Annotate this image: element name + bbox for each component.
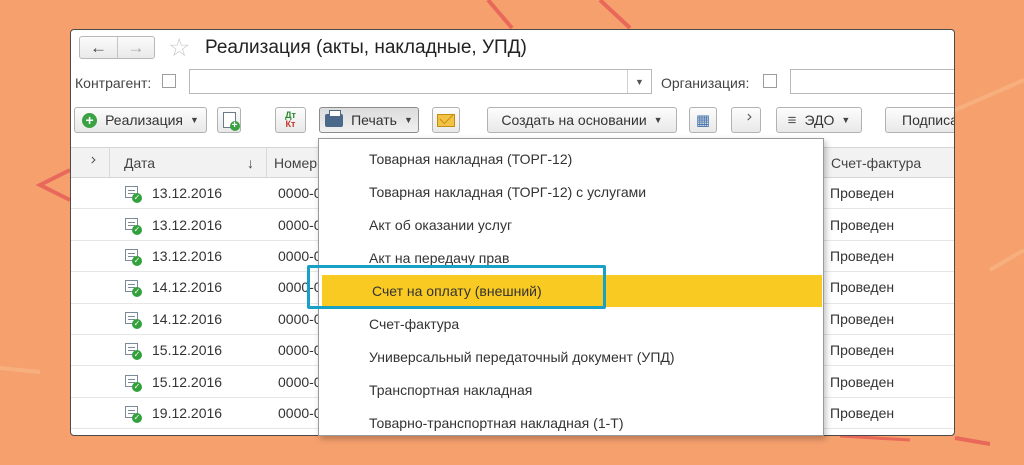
counterparty-input[interactable]: ▼ — [189, 69, 652, 94]
posted-document-icon: ✓ — [125, 335, 142, 365]
chevron-down-icon: ▼ — [403, 115, 413, 125]
debit-credit-icon: Дт Кт — [285, 111, 296, 129]
page-title: Реализация (акты, накладные, УПД) — [205, 37, 527, 58]
invoice-column-header[interactable]: Счет-фактура — [823, 148, 954, 177]
print-menu-item[interactable]: Универсальный передаточный документ (УПД… — [319, 341, 823, 373]
email-button[interactable] — [432, 107, 460, 133]
posted-document-icon: ✓ — [125, 241, 142, 271]
row-invoice-status: Проведен — [830, 404, 895, 421]
row-date: 14.12.2016 — [152, 279, 223, 296]
sale-label: Реализация — [105, 112, 183, 128]
row-date: 13.12.2016 — [152, 185, 223, 202]
print-menu-item[interactable]: Товарно-транспортная накладная (1-Т) — [319, 407, 823, 435]
document-add-icon — [222, 112, 240, 131]
create-based-label: Создать на основании — [501, 112, 647, 128]
kt-text: Кт — [285, 119, 296, 129]
organization-input[interactable] — [790, 69, 954, 94]
sale-button[interactable]: + Реализация ▼ — [74, 107, 207, 133]
row-invoice-status: Проведен — [830, 216, 895, 233]
sort-down-icon: ↓ — [247, 154, 254, 171]
paperclip-icon: ⌝ — [81, 154, 99, 172]
envelope-icon — [437, 113, 455, 127]
row-number: 0000-0 — [278, 185, 322, 202]
row-number: 0000-0 — [278, 404, 322, 421]
row-invoice-status: Проведен — [830, 342, 895, 359]
row-date: 13.12.2016 — [152, 247, 223, 264]
print-menu-item[interactable]: Акт об оказании услуг — [319, 209, 823, 241]
organization-checkbox[interactable] — [763, 74, 777, 88]
posted-document-icon: ✓ — [125, 304, 142, 334]
sign-button[interactable]: Подписа — [885, 107, 955, 133]
back-arrow-icon[interactable]: ← — [80, 37, 117, 58]
structure-icon: ▦ — [695, 112, 711, 129]
attachment-column-header[interactable]: ⌝ — [71, 148, 110, 177]
posted-document-icon: ✓ — [125, 178, 142, 208]
row-invoice-status: Проведен — [830, 373, 895, 390]
chevron-down-icon: ▼ — [653, 115, 663, 125]
favorite-star-icon[interactable]: ☆ — [168, 34, 190, 62]
paperclip-icon: ⌝ — [737, 111, 755, 129]
plus-circle-icon: + — [82, 112, 98, 128]
invoice-header-label: Счет-фактура — [831, 154, 922, 171]
date-header-label: Дата — [124, 154, 156, 171]
row-invoice-status: Проведен — [830, 185, 895, 202]
row-number: 0000-0 — [278, 342, 322, 359]
structure-button[interactable]: ▦ — [689, 107, 717, 133]
chevron-down-icon: ▼ — [190, 115, 199, 125]
row-date: 13.12.2016 — [152, 216, 223, 233]
attach-button[interactable]: ⌝ — [731, 107, 761, 133]
row-invoice-status: Проведен — [830, 247, 895, 264]
print-button[interactable]: Печать ▼ — [319, 107, 419, 133]
row-invoice-status: Проведен — [830, 279, 895, 296]
counterparty-label: Контрагент: — [75, 75, 152, 91]
forward-arrow-icon[interactable]: → — [116, 37, 154, 58]
posted-document-icon: ✓ — [125, 272, 142, 302]
row-date: 15.12.2016 — [152, 342, 223, 359]
edo-label: ЭДО — [804, 112, 835, 128]
create-based-on-button[interactable]: Создать на основании ▼ — [487, 107, 677, 133]
row-date: 14.12.2016 — [152, 310, 223, 327]
toolbar: + Реализация ▼ Дт Кт Печать ▼ Создать на… — [71, 107, 954, 135]
row-number: 0000-0 — [278, 373, 322, 390]
counterparty-checkbox[interactable] — [162, 74, 176, 88]
filter-row: Контрагент: ▼ Организация: — [71, 68, 954, 96]
print-menu-item[interactable]: Счет-фактура — [319, 308, 823, 340]
copy-document-button[interactable] — [217, 107, 241, 133]
print-label: Печать — [351, 112, 397, 128]
printer-icon — [325, 109, 344, 127]
dt-kt-button[interactable]: Дт Кт — [275, 107, 306, 133]
chevron-down-icon: ▼ — [841, 115, 851, 125]
edo-button[interactable]: ≡ ЭДО ▼ — [776, 107, 862, 133]
posted-document-icon: ✓ — [125, 366, 142, 396]
row-invoice-status: Проведен — [830, 310, 895, 327]
organization-label: Организация: — [661, 75, 750, 91]
posted-document-icon: ✓ — [125, 398, 142, 428]
title-bar: ← → ☆ Реализация (акты, накладные, УПД) — [71, 30, 954, 66]
row-date: 19.12.2016 — [152, 404, 223, 421]
callout-highlight — [307, 265, 606, 309]
edo-icon: ≡ — [787, 111, 797, 129]
print-menu-item[interactable]: Транспортная накладная — [319, 374, 823, 406]
date-column-header[interactable]: Дата ↓ — [110, 148, 267, 177]
posted-document-icon: ✓ — [125, 209, 142, 239]
number-header-label: Номер — [274, 154, 318, 171]
print-menu-item[interactable]: Товарная накладная (ТОРГ-12) с услугами — [319, 176, 823, 208]
row-date: 15.12.2016 — [152, 373, 223, 390]
sign-label: Подписа — [902, 112, 955, 128]
nav-buttons: ← → — [79, 36, 155, 59]
print-menu-item[interactable]: Товарная накладная (ТОРГ-12) — [319, 143, 823, 175]
chevron-down-icon[interactable]: ▼ — [627, 70, 651, 93]
row-number: 0000-0 — [278, 216, 322, 233]
